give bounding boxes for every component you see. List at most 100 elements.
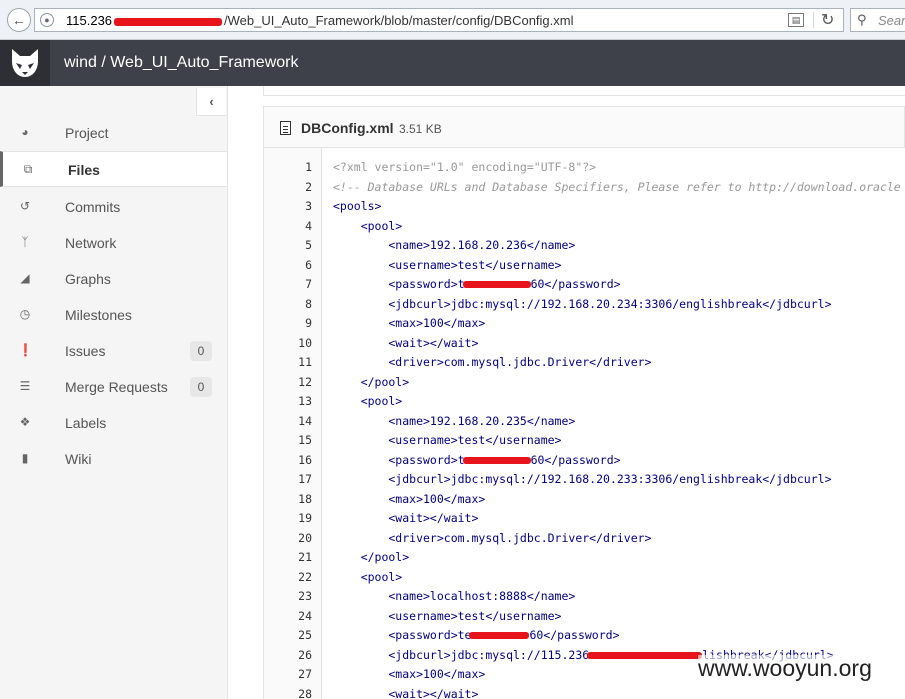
search-placeholder: Sear [878, 13, 905, 28]
line-number[interactable]: 27 [264, 665, 312, 685]
code-text: <driver>com.mysql.jdbc.Driver</driver> [333, 530, 652, 545]
sidebar-item-graphs[interactable]: ◢ Graphs [0, 261, 227, 297]
line-number[interactable]: 23 [264, 587, 312, 607]
code-text: <jdbcurl>jdbc:mysql://192.168.20.233:330… [333, 472, 832, 486]
clock-icon: ◷ [19, 307, 31, 321]
browser-toolbar: ← ● 115.236/Web_UI_Auto_Framework/blob/m… [0, 0, 905, 40]
code-text: <pool> [333, 394, 403, 408]
reader-view-icon[interactable]: ▤ [788, 13, 804, 27]
line-number[interactable]: 18 [264, 490, 312, 510]
exclamation-circle-icon: ❗ [18, 343, 33, 357]
code-viewer: 1 <?xml version="1.0" encoding="UTF-8"?> … [263, 148, 905, 699]
sidebar-item-label: Labels [65, 415, 107, 431]
line-number[interactable]: 9 [264, 314, 312, 334]
code-line: 3 <pools> [264, 197, 905, 217]
file-text-icon [280, 121, 291, 135]
code-text: <wait></wait> [333, 686, 479, 699]
gitlab-logo[interactable] [0, 40, 50, 86]
history-icon: ↺ [19, 199, 31, 213]
line-number[interactable]: 26 [264, 646, 312, 666]
back-button[interactable]: ← [7, 8, 31, 32]
line-number[interactable]: 19 [264, 509, 312, 529]
project-title[interactable]: wind / Web_UI_Auto_Framework [64, 54, 298, 72]
line-number[interactable]: 3 [264, 197, 312, 217]
line-number[interactable]: 7 [264, 275, 312, 295]
sidebar-item-milestones[interactable]: ◷ Milestones [0, 297, 227, 333]
code-text: <username>test</username> [333, 433, 562, 447]
line-number[interactable]: 24 [264, 607, 312, 627]
code-line: 21 </pool> [264, 548, 905, 568]
code-text: <pool> [333, 218, 403, 233]
area-chart-icon: ◢ [20, 271, 30, 285]
code-text: 60</password> [530, 452, 621, 467]
sidebar-item-label: Project [65, 125, 109, 141]
file-name: DBConfig.xml [301, 120, 394, 136]
sidebar-item-label: Commits [65, 199, 121, 215]
line-number[interactable]: 12 [264, 373, 312, 393]
sidebar-item-label: Milestones [65, 307, 132, 323]
code-text: 60</password> [530, 277, 621, 291]
code-text: <jdbcurl>jdbc:mysql://115.236 [333, 647, 590, 662]
sidebar-item-files[interactable]: ⧉ Files [0, 151, 227, 187]
line-number[interactable]: 4 [264, 217, 312, 237]
password-redaction [462, 456, 531, 464]
fox-logo-icon [12, 49, 38, 77]
code-line: 12 </pool> [264, 373, 905, 393]
url-host: 115.236 [66, 13, 113, 28]
line-number[interactable]: 8 [264, 295, 312, 315]
line-number[interactable]: 1 [264, 158, 312, 178]
line-number[interactable]: 11 [264, 353, 312, 373]
sidebar-item-issues[interactable]: ❗ Issues 0 [0, 333, 227, 369]
line-number[interactable]: 28 [264, 685, 312, 699]
code-text: </pool> [333, 374, 410, 389]
line-number[interactable]: 5 [264, 236, 312, 256]
code-text: <username>test</username> [333, 608, 562, 623]
watermark: www.wooyun.org [698, 655, 872, 682]
code-line: 20 <driver>com.mysql.jdbc.Driver</driver… [264, 529, 905, 549]
book-icon: ▮ [21, 451, 29, 465]
line-number[interactable]: 10 [264, 334, 312, 354]
code-line: 11 <driver>com.mysql.jdbc.Driver</driver… [264, 353, 905, 373]
code-line: 23 <name>localhost:8888</name> [264, 587, 905, 607]
url-text[interactable]: 115.236/Web_UI_Auto_Framework/blob/maste… [66, 13, 574, 28]
sidebar-item-wiki[interactable]: ▮ Wiki [0, 441, 227, 477]
line-number[interactable]: 15 [264, 431, 312, 451]
code-text: </pool> [333, 550, 410, 564]
line-number[interactable]: 16 [264, 451, 312, 471]
code-text: <max>100</max> [333, 667, 486, 681]
line-number[interactable]: 25 [264, 626, 312, 646]
code-line: 25 <password>te 60</password> [264, 626, 905, 646]
line-number[interactable]: 6 [264, 256, 312, 276]
sidebar-item-commits[interactable]: ↺ Commits [0, 189, 227, 225]
sidebar-item-labels[interactable]: ❖ Labels [0, 405, 227, 441]
code-line: 16 <password>t 60</password> [264, 451, 905, 471]
address-bar[interactable]: ● 115.236/Web_UI_Auto_Framework/blob/mas… [34, 8, 844, 32]
sidebar: ‹ ◕ Project ⧉ Files ↺ Commits ᛉ Network … [0, 86, 228, 699]
code-text: <pool> [333, 569, 403, 584]
code-text: <name>192.168.20.236</name> [333, 238, 576, 252]
sidebar-item-network[interactable]: ᛉ Network [0, 225, 227, 261]
file-size: 3.51 KB [399, 122, 442, 136]
line-number[interactable]: 21 [264, 548, 312, 568]
password-redaction [469, 632, 530, 639]
sidebar-item-project[interactable]: ◕ Project [0, 115, 227, 151]
globe-icon: ● [40, 13, 54, 27]
sidebar-item-merge-requests[interactable]: ☰ Merge Requests 0 [0, 369, 227, 405]
search-box[interactable]: ⚲ Sear [850, 8, 905, 32]
line-number[interactable]: 22 [264, 568, 312, 588]
code-text: <wait></wait> [333, 335, 479, 350]
code-line: 18 <max>100</max> [264, 490, 905, 510]
code-line: 28 <wait></wait> [264, 685, 905, 699]
code-text: <password>t [333, 452, 465, 467]
line-number[interactable]: 20 [264, 529, 312, 549]
files-icon: ⧉ [23, 162, 33, 176]
sidebar-item-label: Wiki [65, 451, 92, 467]
code-line: 6 <username>test</username> [264, 256, 905, 276]
collapse-sidebar-button[interactable]: ‹ [196, 88, 226, 116]
line-number[interactable]: 2 [264, 178, 312, 198]
line-number[interactable]: 14 [264, 412, 312, 432]
reload-icon[interactable]: ↻ [821, 10, 834, 30]
issues-count-badge: 0 [190, 341, 212, 361]
line-number[interactable]: 13 [264, 392, 312, 412]
line-number[interactable]: 17 [264, 470, 312, 490]
